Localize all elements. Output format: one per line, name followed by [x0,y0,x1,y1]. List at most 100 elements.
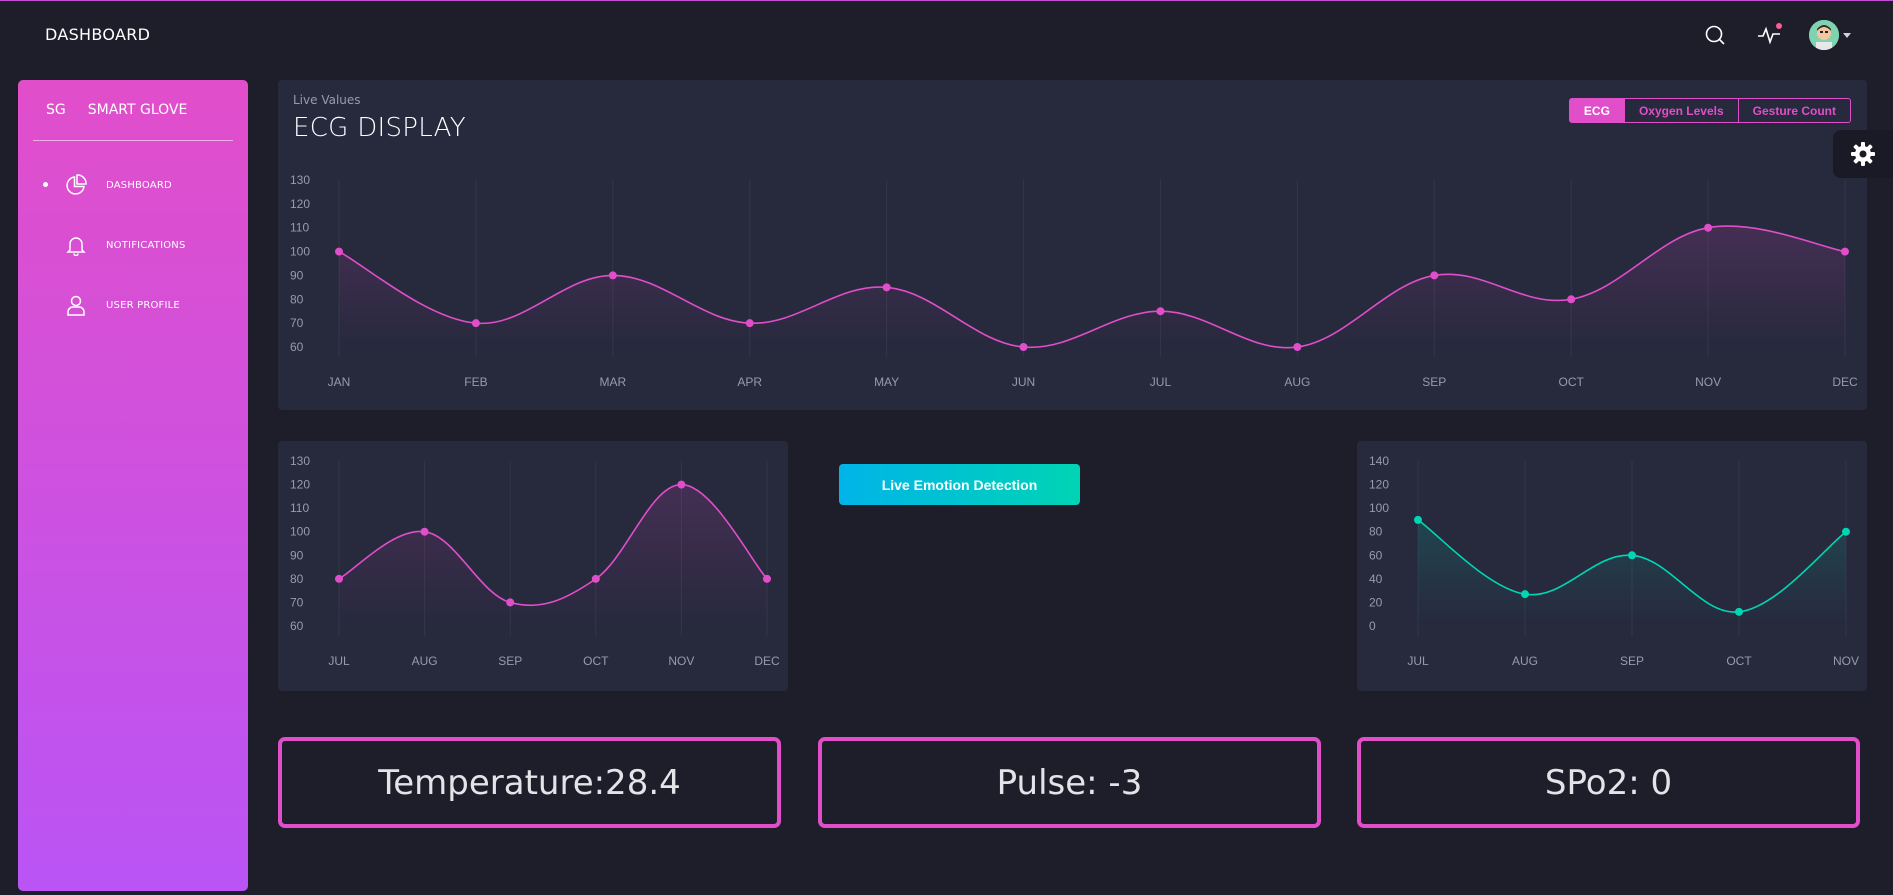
ecg-line-chart: 60 70 80 90 100 110 120 130 JAN FEB MAR APR MAY JUN JU… [290,173,1858,389]
profile-dropdown[interactable] [1807,19,1853,51]
search-icon[interactable] [1699,19,1731,51]
avatar [1809,20,1839,50]
data-point[interactable] [1521,590,1529,599]
spo2-value: SPo2: 0 [1544,762,1673,803]
brand-logo-mini: SG [46,102,66,118]
sidebar-divider [33,140,233,141]
y-tick-label: 110 [290,501,309,515]
spo2-box: SPo2: 0 [1357,737,1860,828]
data-point[interactable] [1430,271,1439,280]
sidebar: SG SMART GLOVE DASHBOARD NOTIFICATIONS U… [18,80,248,891]
y-tick-label: 90 [290,548,304,562]
data-point[interactable] [1841,247,1849,256]
data-point[interactable] [1628,551,1636,560]
data-point[interactable] [745,319,754,328]
data-point[interactable] [1704,223,1713,232]
x-tick-label: MAY [874,375,899,389]
y-tick-label: 20 [1369,595,1383,609]
y-tick-label: 130 [290,454,310,468]
x-tick-label: FEB [464,375,487,389]
chart-pie-icon [64,173,88,197]
data-point[interactable] [506,598,515,607]
sidebar-item-label: DASHBOARD [106,179,172,191]
data-point[interactable] [1567,295,1576,304]
series-area [339,484,767,626]
data-point[interactable] [1842,527,1850,536]
sidebar-item-user-profile[interactable]: USER PROFILE [46,290,236,320]
sidebar-item-dashboard[interactable]: DASHBOARD [43,170,236,200]
data-point[interactable] [335,574,343,583]
data-point[interactable] [591,574,600,583]
y-tick-label: 100 [290,525,310,539]
x-tick-label: APR [737,375,762,389]
x-tick-label: OCT [1559,375,1585,389]
small-chart-card-right: 0 20 40 60 80 100 120 140 JUL AUG SEP OCT NOV [1357,441,1867,691]
active-indicator [43,182,48,187]
x-tick-label: JUN [1012,375,1035,389]
y-tick-label: 100 [290,245,310,259]
settings-gear-icon[interactable] [1833,130,1893,178]
user-icon [64,293,88,317]
x-tick-label: JUL [328,654,350,668]
y-tick-label: 70 [290,316,304,330]
x-tick-label: OCT [1726,654,1752,668]
y-tick-label: 80 [290,572,304,586]
x-tick-label: SEP [1422,375,1446,389]
notification-dot [1776,23,1782,29]
activity-icon[interactable] [1753,19,1785,51]
y-tick-label: 130 [290,173,310,187]
navbar-title: DASHBOARD [45,25,151,44]
pulse-box: Pulse: -3 [818,737,1321,828]
x-tick-label: JUL [1150,375,1172,389]
y-tick-label: 120 [1369,478,1389,492]
y-tick-label: 90 [290,268,304,282]
brand[interactable]: SG SMART GLOVE [46,102,187,118]
data-point[interactable] [763,574,771,583]
ecg-chart-card: Live Values ECG DISPLAY ECG Oxygen Level… [278,80,1867,410]
y-tick-label: 110 [290,221,309,235]
x-tick-label: AUG [412,654,438,668]
sidebar-item-notifications[interactable]: NOTIFICATIONS [46,230,236,260]
x-tick-label: JAN [328,375,351,389]
bell-icon [64,233,88,257]
data-point[interactable] [420,527,429,536]
right-line-chart: 0 20 40 60 80 100 120 140 JUL AUG SEP OCT NOV [1369,454,1859,668]
data-point[interactable] [1019,343,1028,351]
data-point[interactable] [1156,307,1165,316]
x-tick-label: NOV [668,654,694,668]
y-tick-label: 60 [290,619,304,633]
y-tick-label: 0 [1369,619,1376,633]
sidebar-item-label: NOTIFICATIONS [106,239,186,251]
data-point[interactable] [608,271,617,280]
data-point[interactable] [1735,607,1743,616]
x-tick-label: OCT [583,654,609,668]
live-emotion-detection-button[interactable]: Live Emotion Detection [839,464,1080,505]
left-line-chart: 60 70 80 90 100 110 120 130 JUL AUG SEP OCT NOV DEC [290,454,780,668]
data-point[interactable] [677,480,686,489]
top-navbar: DASHBOARD [0,1,1893,71]
navbar-actions [1699,19,1853,51]
y-tick-label: 100 [1369,501,1389,515]
data-point[interactable] [471,319,480,328]
y-tick-label: 120 [290,478,310,492]
data-point[interactable] [335,247,343,256]
y-tick-label: 120 [290,197,310,211]
data-point[interactable] [1293,343,1302,351]
series-area [339,226,1845,348]
y-tick-label: 60 [1369,548,1383,562]
y-tick-label: 70 [290,595,304,609]
y-tick-label: 140 [1369,454,1389,468]
x-tick-label: AUG [1284,375,1310,389]
data-point[interactable] [1414,515,1422,524]
temperature-value: Temperature:28.4 [378,762,681,803]
data-point[interactable] [882,283,891,292]
x-tick-label: SEP [1620,654,1644,668]
x-tick-label: DEC [1832,375,1858,389]
y-tick-label: 40 [1369,572,1383,586]
x-tick-label: NOV [1833,654,1859,668]
x-tick-label: SEP [498,654,522,668]
small-chart-card-left: 60 70 80 90 100 110 120 130 JUL AUG SEP OCT NOV DEC [278,441,788,691]
y-tick-label: 80 [1369,525,1383,539]
sidebar-item-label: USER PROFILE [106,299,180,311]
x-tick-label: NOV [1695,375,1721,389]
